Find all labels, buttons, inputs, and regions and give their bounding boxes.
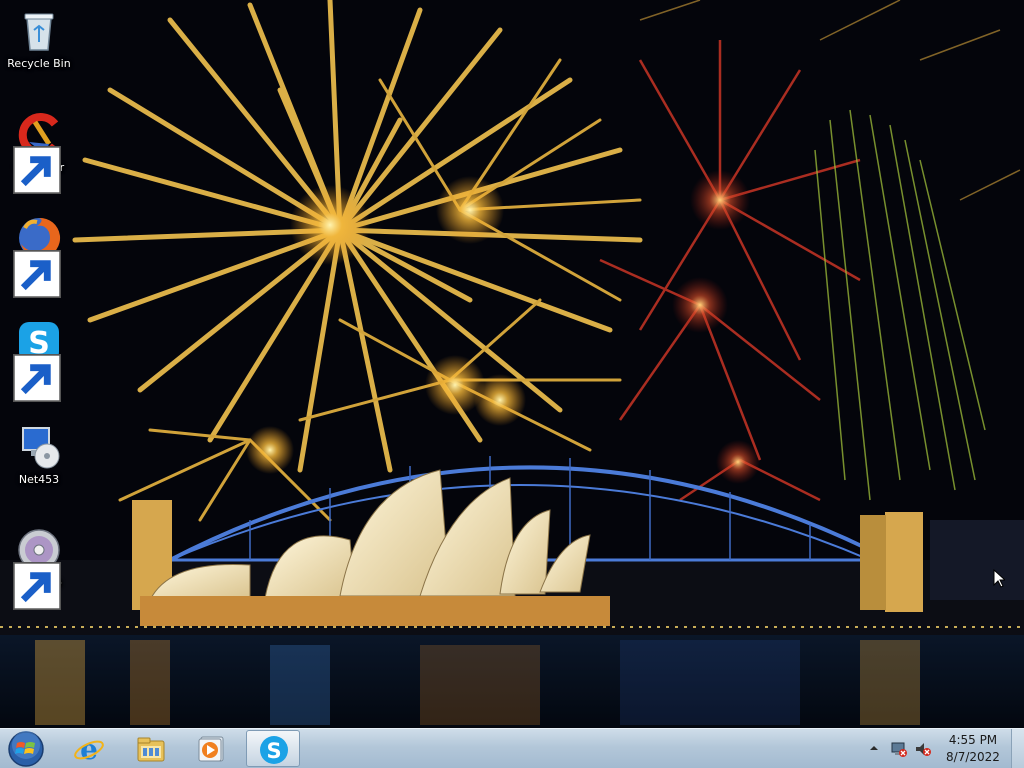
ccleaner-icon [13,110,63,194]
taskbar-file-explorer-button[interactable] [124,730,178,767]
fireworks-harbour-scene [0,0,1024,728]
svg-text:e: e [80,733,98,765]
recycle-bin-desktop-icon[interactable]: Recycle Bin [4,6,74,71]
firefox-desktop-icon[interactable]: Mozilla Firefox [4,214,74,298]
system-clock[interactable]: 4:55 PM 8/7/2022 [944,732,1002,766]
clock-time: 4:55 PM [948,733,998,747]
ccleaner-desktop-icon[interactable]: CCleaner [4,110,74,194]
file-explorer-icon [137,737,165,762]
svg-text:S: S [266,739,281,763]
recycle-bin-icon [15,6,63,54]
shortcut-arrow-icon [13,354,61,402]
skype-icon: S [13,318,63,402]
shortcut-arrow-icon [13,250,61,298]
shortcut-arrow-icon [13,562,61,610]
volume-muted-icon[interactable] [914,740,932,758]
ultraiso-desktop-icon[interactable]: UltraISO [4,526,74,610]
taskbar-skype-button[interactable]: S [246,730,300,767]
windows-orb-icon [8,731,44,767]
taskbar-media-player-button[interactable] [184,730,238,767]
ultraiso-icon [13,526,63,610]
taskbar: e S 4:55 PM 8/7/2022 [0,728,1024,768]
desktop-icon-label: Net453 [18,473,60,486]
skype-desktop-icon[interactable]: S Skype [4,318,74,402]
net453-icon [15,422,63,470]
show-desktop-button[interactable] [1011,729,1024,768]
show-hidden-icons-chevron-icon[interactable] [868,741,880,755]
clock-date: 8/7/2022 [946,750,1000,764]
internet-explorer-icon: e [74,733,104,765]
mouse-cursor-icon [993,569,1005,588]
shortcut-arrow-icon [13,146,61,194]
start-button[interactable] [4,730,48,768]
network-icon[interactable] [890,740,908,758]
skype-icon: S [260,736,288,764]
net453-desktop-icon[interactable]: Net453 [4,422,74,487]
media-player-icon [198,736,224,762]
firefox-icon [13,214,63,298]
taskbar-internet-explorer-button[interactable]: e [62,730,116,767]
desktop-icon-label: Recycle Bin [7,57,71,70]
desktop-wallpaper [0,0,1024,728]
